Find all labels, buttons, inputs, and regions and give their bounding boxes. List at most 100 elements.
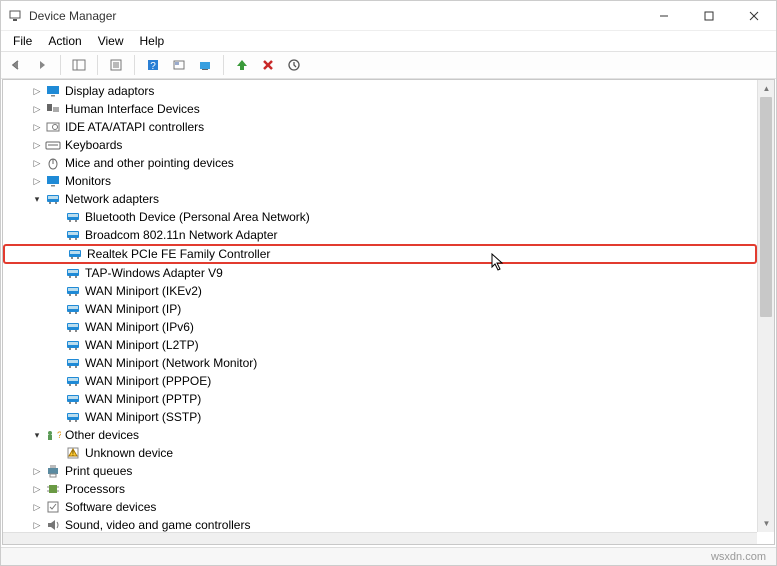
print-icon [45, 463, 61, 479]
tree-item[interactable]: ▷Sound, video and game controllers [3, 516, 757, 532]
tree-item-label: Unknown device [85, 446, 173, 460]
expand-icon[interactable]: ▷ [31, 176, 43, 187]
net-icon [65, 319, 81, 335]
menu-help[interactable]: Help [132, 32, 173, 50]
tree-item-label: IDE ATA/ATAPI controllers [65, 120, 204, 134]
monitor-icon [45, 173, 61, 189]
toolbar-separator [223, 55, 224, 75]
collapse-icon[interactable]: ▾ [31, 430, 43, 441]
expand-icon[interactable]: ▷ [31, 158, 43, 169]
scroll-up-icon[interactable]: ▲ [758, 80, 775, 97]
watermark: wsxdn.com [711, 551, 766, 563]
menu-view[interactable]: View [90, 32, 132, 50]
menu-file[interactable]: File [5, 32, 40, 50]
tree-item[interactable]: WAN Miniport (L2TP) [3, 336, 757, 354]
sound-icon [45, 517, 61, 532]
close-button[interactable] [731, 1, 776, 31]
tree-item-label: WAN Miniport (Network Monitor) [85, 356, 257, 370]
tree-item[interactable]: ▷Software devices [3, 498, 757, 516]
hid-icon [45, 101, 61, 117]
tree-item[interactable]: ▾ Network adapters [3, 190, 757, 208]
tree-item[interactable]: WAN Miniport (IPv6) [3, 318, 757, 336]
tree-item-label: Other devices [65, 428, 139, 442]
show-hide-tree-button[interactable] [68, 54, 90, 76]
window-title: Device Manager [29, 9, 116, 23]
device-tree[interactable]: ▷ Display adaptors ▷ Human Interface Device… [3, 80, 757, 532]
help-button[interactable]: ? [142, 54, 164, 76]
uninstall-device-button[interactable] [257, 54, 279, 76]
net-icon [65, 301, 81, 317]
net-icon [65, 337, 81, 353]
expand-icon[interactable]: ▷ [31, 122, 43, 133]
tree-item-label: WAN Miniport (SSTP) [85, 410, 201, 424]
tree-item[interactable]: WAN Miniport (Network Monitor) [3, 354, 757, 372]
expand-icon[interactable]: ▷ [31, 520, 43, 531]
expand-icon[interactable]: ▷ [31, 140, 43, 151]
tree-item-label: Display adaptors [65, 84, 154, 98]
tree-item-label: WAN Miniport (IPv6) [85, 320, 194, 334]
tree-item[interactable]: WAN Miniport (PPPOE) [3, 372, 757, 390]
update-driver-button[interactable] [194, 54, 216, 76]
svg-text:!: ! [72, 451, 74, 458]
expand-icon[interactable]: ▷ [31, 86, 43, 97]
svg-text:?: ? [150, 61, 156, 72]
tree-item-label: Network adapters [65, 192, 159, 206]
tree-item-label: Bluetooth Device (Personal Area Network) [85, 210, 310, 224]
scan-hardware-button[interactable] [283, 54, 305, 76]
tree-item[interactable]: ▷ Keyboards [3, 136, 757, 154]
tree-item[interactable]: ! Unknown device [3, 444, 757, 462]
tree-item[interactable]: ▷Mice and other pointing devices [3, 154, 757, 172]
forward-button[interactable] [31, 54, 53, 76]
back-button[interactable] [5, 54, 27, 76]
scrollbar-thumb[interactable] [760, 97, 772, 317]
disk-icon [45, 119, 61, 135]
titlebar: Device Manager [1, 1, 776, 31]
toolbar-icon[interactable] [168, 54, 190, 76]
tree-item-label: Processors [65, 482, 125, 496]
tree-item-label: Broadcom 802.11n Network Adapter [85, 228, 278, 242]
tree-item[interactable]: ▷Print queues [3, 462, 757, 480]
tree-item[interactable]: WAN Miniport (IKEv2) [3, 282, 757, 300]
net-icon [65, 391, 81, 407]
collapse-icon[interactable]: ▾ [31, 194, 43, 205]
tree-item[interactable]: ▷ IDE ATA/ATAPI controllers [3, 118, 757, 136]
tree-item[interactable]: ▷Monitors [3, 172, 757, 190]
tree-item-label: Human Interface Devices [65, 102, 200, 116]
tree-item[interactable]: Broadcom 802.11n Network Adapter [3, 226, 757, 244]
tree-item[interactable]: ▾? Other devices [3, 426, 757, 444]
menu-action[interactable]: Action [40, 32, 89, 50]
expand-icon[interactable]: ▷ [31, 502, 43, 513]
tree-item[interactable]: Realtek PCIe FE Family Controller [3, 244, 757, 264]
toolbar-separator [60, 55, 61, 75]
tree-item-label: Keyboards [65, 138, 122, 152]
expand-icon[interactable]: ▷ [31, 484, 43, 495]
tree-item-label: WAN Miniport (L2TP) [85, 338, 199, 352]
scroll-down-icon[interactable]: ▼ [758, 515, 775, 532]
enable-device-button[interactable] [231, 54, 253, 76]
tree-item-label: TAP-Windows Adapter V9 [85, 266, 223, 280]
properties-button[interactable] [105, 54, 127, 76]
expand-icon[interactable]: ▷ [31, 104, 43, 115]
net-icon [65, 227, 81, 243]
menubar: File Action View Help [1, 31, 776, 51]
tree-item[interactable]: ▷ Display adaptors [3, 82, 757, 100]
tree-item[interactable]: TAP-Windows Adapter V9 [3, 264, 757, 282]
other-icon: ? [45, 427, 61, 443]
tree-item[interactable]: WAN Miniport (IP) [3, 300, 757, 318]
mouse-icon [45, 155, 61, 171]
tree-item[interactable]: ▷ Processors [3, 480, 757, 498]
warn-icon: ! [65, 445, 81, 461]
tree-item-label: WAN Miniport (PPPOE) [85, 374, 211, 388]
vertical-scrollbar[interactable]: ▲ ▼ [757, 80, 774, 532]
minimize-button[interactable] [641, 1, 686, 31]
maximize-button[interactable] [686, 1, 731, 31]
toolbar-separator [97, 55, 98, 75]
tree-item[interactable]: WAN Miniport (SSTP) [3, 408, 757, 426]
keyboard-icon [45, 137, 61, 153]
expand-icon[interactable]: ▷ [31, 466, 43, 477]
horizontal-scrollbar[interactable] [3, 532, 757, 544]
tree-item[interactable]: Bluetooth Device (Personal Area Network) [3, 208, 757, 226]
tree-item[interactable]: WAN Miniport (PPTP) [3, 390, 757, 408]
tree-item[interactable]: ▷ Human Interface Devices [3, 100, 757, 118]
net-icon [65, 283, 81, 299]
